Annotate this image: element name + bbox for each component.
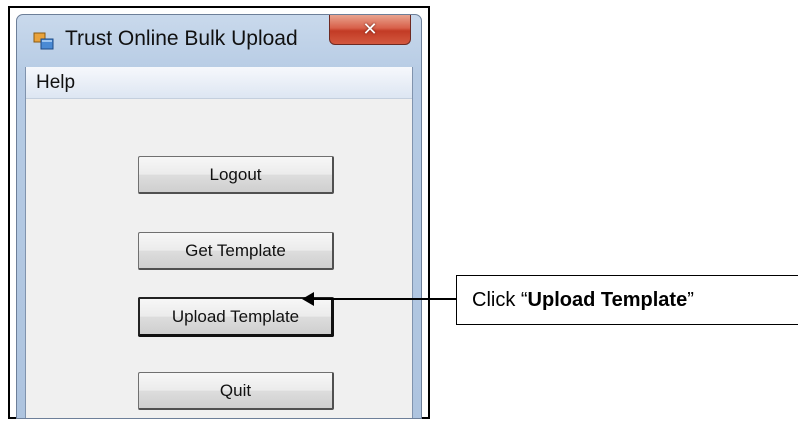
title-bar: Trust Online Bulk Upload ✕ <box>17 15 421 65</box>
quit-button[interactable]: Quit <box>138 372 334 410</box>
get-template-button[interactable]: Get Template <box>138 232 334 270</box>
client-area: Help Logout Get Template Upload Template… <box>25 67 413 418</box>
app-window: Trust Online Bulk Upload ✕ Help Logout G… <box>16 14 422 419</box>
menu-help[interactable]: Help <box>36 72 75 94</box>
callout-box: Click “Upload Template” <box>456 275 798 325</box>
window-title: Trust Online Bulk Upload <box>65 27 298 50</box>
callout-arrow-line <box>312 298 458 300</box>
menu-bar: Help <box>26 67 412 99</box>
callout-suffix: ” <box>687 288 694 311</box>
logout-button[interactable]: Logout <box>138 156 334 194</box>
callout-prefix: Click “ <box>472 288 528 311</box>
close-button[interactable]: ✕ <box>329 15 411 45</box>
callout-emphasis: Upload Template <box>527 288 688 311</box>
close-icon: ✕ <box>362 18 378 40</box>
app-window-icon <box>33 31 55 51</box>
